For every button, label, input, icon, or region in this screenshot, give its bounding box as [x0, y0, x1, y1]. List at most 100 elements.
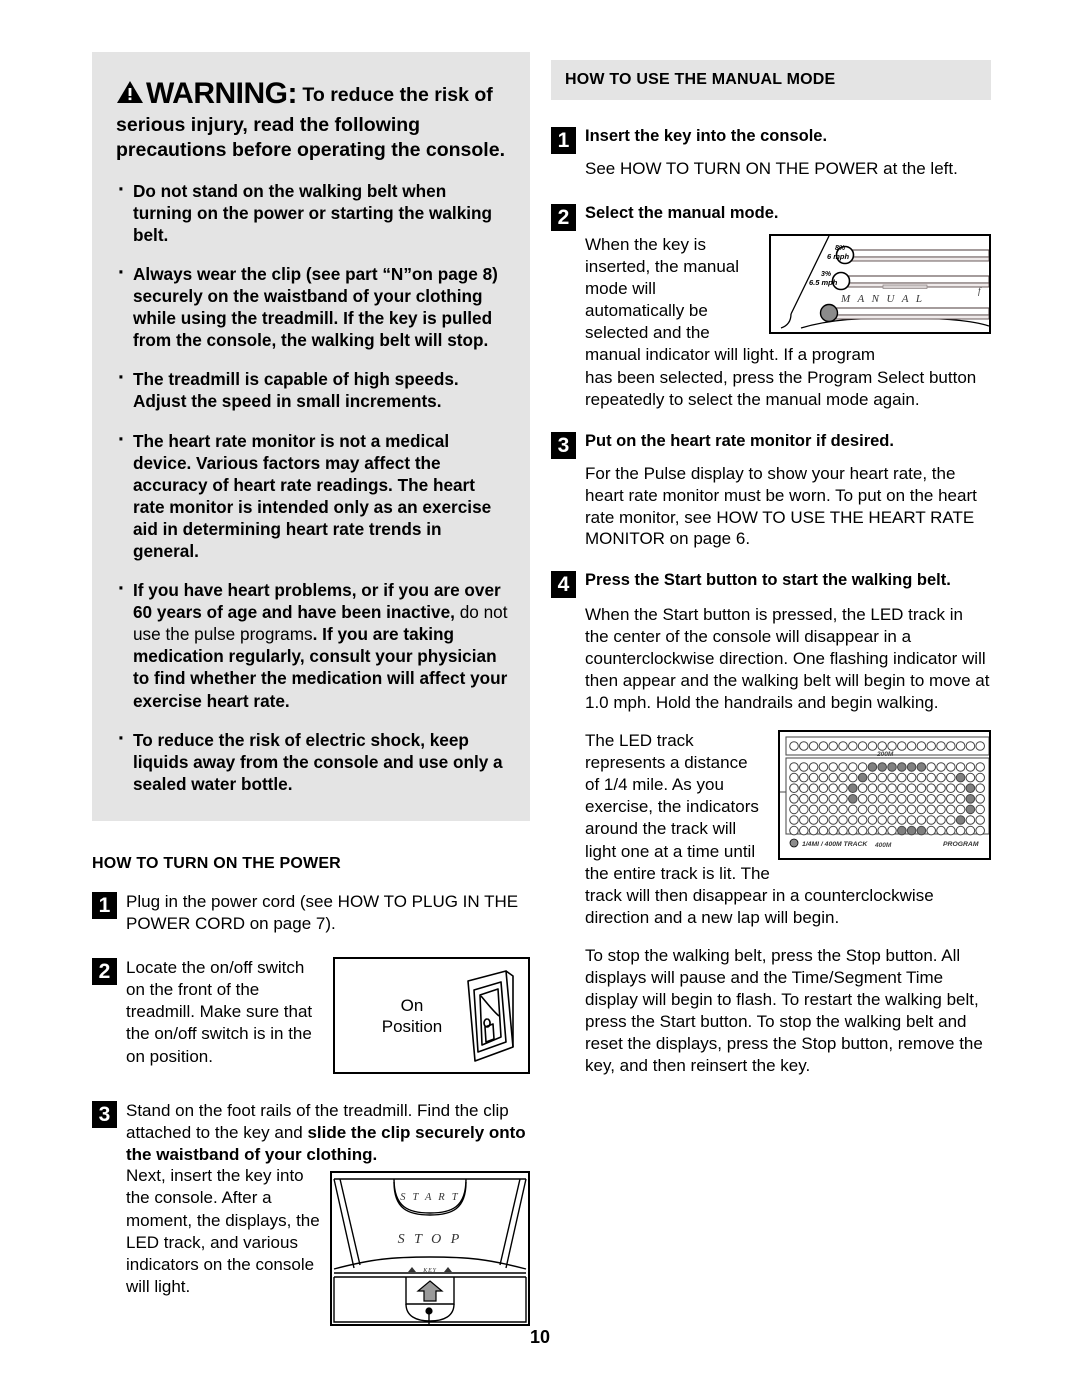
led-indicator — [887, 772, 897, 783]
led-indicator — [906, 772, 917, 783]
power-step-3-text: Stand on the foot rails of the treadmill… — [92, 1100, 530, 1165]
console-drawing: S T A R T S T O P KEY — [333, 1178, 527, 1325]
warning-bullet-list: Do not stand on the walking belt when tu… — [116, 177, 508, 795]
manual-incline-label-2: 3% — [821, 271, 832, 278]
led-indicator — [848, 825, 858, 836]
led-indicator — [818, 804, 829, 815]
console-down-triangle-icon — [444, 1267, 452, 1273]
led-indicator — [867, 741, 878, 751]
led-indicator — [936, 804, 946, 815]
manual-step-3-title: Put on the heart rate monitor if desired… — [585, 431, 894, 450]
led-indicator — [867, 772, 878, 783]
warning-label: WARNING: — [146, 77, 297, 110]
led-indicator — [828, 815, 839, 825]
led-indicator — [799, 783, 809, 794]
step-number-marker: 4 — [551, 571, 576, 599]
led-indicator — [838, 815, 848, 825]
led-indicator — [955, 772, 966, 783]
led-indicator — [906, 794, 917, 804]
led-indicator — [936, 772, 946, 783]
led-indicator — [808, 794, 819, 804]
led-indicator — [955, 741, 966, 751]
led-indicator — [926, 825, 936, 836]
led-indicator — [926, 794, 936, 804]
led-indicator — [936, 741, 946, 751]
led-track-drawing: 200M 400M 1/4MI / 400M TRACK PROGRAM — [780, 736, 989, 849]
led-indicator — [897, 772, 907, 783]
led-legend-dot-icon — [789, 838, 799, 848]
warning-bullet-text: To reduce the risk of electric shock, ke… — [133, 729, 503, 794]
led-indicator — [867, 825, 878, 836]
led-indicator — [808, 825, 819, 836]
led-indicator — [828, 783, 839, 794]
led-indicator — [828, 825, 839, 836]
led-indicator — [926, 762, 936, 772]
manual-display-bar-1 — [835, 245, 989, 265]
warning-bullet-2: Always wear the clip (see part “N”on pag… — [116, 260, 508, 351]
led-indicator — [818, 815, 829, 825]
warning-bullet-part-bold: If you have heart problems, or if you ar… — [133, 580, 501, 623]
led-indicator — [975, 815, 985, 825]
led-indicator — [965, 815, 976, 825]
led-indicator — [877, 762, 887, 772]
led-indicator — [946, 741, 956, 751]
manual-display-drawing: 8% 6 mph 3% 6.5 mph M A N U A L f — [780, 235, 989, 329]
led-indicator — [926, 783, 936, 794]
led-indicator — [946, 762, 956, 772]
step-number-marker: 1 — [92, 891, 117, 919]
led-indicator — [789, 762, 799, 772]
step-number-marker: 2 — [551, 203, 576, 231]
led-indicator — [799, 794, 809, 804]
led-label-200m: 200M — [876, 751, 894, 758]
warning-bullet-text: The heart rate monitor is not a medical … — [133, 430, 492, 561]
led-indicator — [906, 762, 917, 772]
led-indicator — [936, 825, 946, 836]
led-indicator — [789, 772, 799, 783]
warning-bullet-3: The treadmill is capable of high speeds.… — [116, 365, 508, 412]
manual-step-1: 1 Insert the key into the console. See H… — [551, 126, 991, 181]
led-indicator — [897, 783, 907, 794]
led-indicator — [897, 804, 907, 815]
led-indicator — [975, 825, 985, 836]
console-up-triangle-icon — [408, 1267, 416, 1273]
led-indicator — [857, 794, 868, 804]
led-indicator — [877, 825, 887, 836]
manual-mode-display-diagram: 8% 6 mph 3% 6.5 mph M A N U A L f — [769, 233, 991, 334]
manual-step-3-body: For the Pulse display to show your heart… — [585, 464, 977, 549]
led-indicator — [877, 804, 887, 815]
led-indicator — [897, 762, 907, 772]
console-key-pivot-icon — [425, 1307, 433, 1315]
led-indicator — [906, 804, 917, 815]
led-indicator — [867, 762, 878, 772]
led-indicator — [965, 804, 976, 815]
led-indicator — [965, 794, 976, 804]
led-indicator — [877, 794, 887, 804]
led-indicator — [867, 815, 878, 825]
led-indicator — [975, 783, 985, 794]
led-track-diagram: 200M 400M 1/4MI / 400M TRACK PROGRAM — [778, 730, 991, 861]
led-indicator — [867, 804, 878, 815]
manual-step-2-body-full: has been selected, press the Program Sel… — [585, 367, 977, 409]
warning-bullet-1: Do not stand on the walking belt when tu… — [116, 177, 508, 246]
power-step-1: 1 Plug in the power cord (see HOW TO PLU… — [92, 891, 530, 935]
led-indicator — [789, 825, 799, 836]
led-indicator — [906, 741, 917, 751]
section-heading-power: HOW TO TURN ON THE POWER — [92, 854, 341, 872]
led-indicator — [828, 741, 839, 751]
warning-bullet-text: Always wear the clip (see part “N”on pag… — [133, 263, 498, 351]
led-indicator — [818, 825, 829, 836]
power-step-1-text: Plug in the power cord (see HOW TO PLUG … — [126, 891, 519, 934]
led-indicator — [818, 783, 829, 794]
led-indicator — [955, 804, 966, 815]
led-indicator — [799, 762, 809, 772]
warning-triangle-icon — [116, 80, 144, 104]
led-indicator — [828, 772, 839, 783]
led-indicator — [955, 762, 966, 772]
manual-step-2-title: Select the manual mode. — [585, 203, 779, 222]
led-indicator — [916, 772, 927, 783]
power-step-3: 3 Stand on the foot rails of the treadmi… — [92, 1100, 530, 1327]
warning-box: WARNING: To reduce the risk of serious i… — [92, 52, 530, 821]
led-indicator — [975, 741, 985, 751]
manual-display-bar-3 — [819, 303, 989, 323]
manual-mode-indicator-label: M A N U A L — [840, 293, 924, 305]
